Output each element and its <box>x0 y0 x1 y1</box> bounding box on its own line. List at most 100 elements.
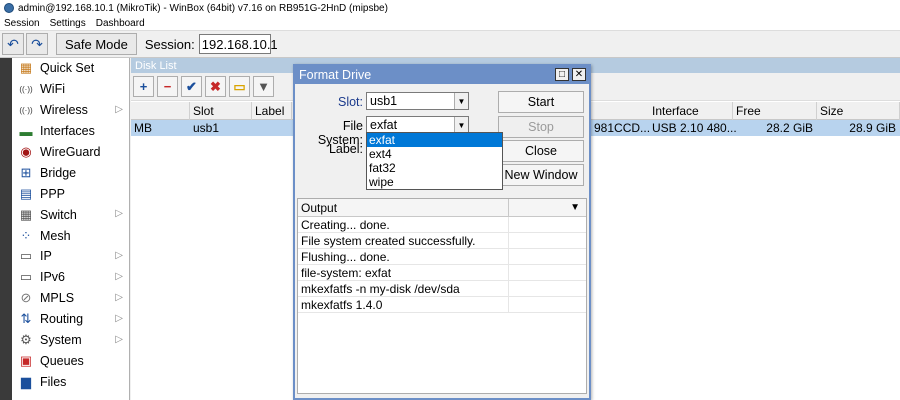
new-window-button[interactable]: New Window <box>498 164 584 186</box>
interfaces-icon: ▬ <box>19 123 33 139</box>
sidebar-item-wifi[interactable]: ((·)) WiFi <box>12 79 129 100</box>
sidebar-item-label: PPP <box>40 186 66 201</box>
maximize-icon: □ <box>558 69 566 80</box>
sidebar-item-label: Quick Set <box>40 61 95 76</box>
session-label: Session: <box>144 36 195 52</box>
sidebar-item-ppp[interactable]: ▤ PPP <box>12 183 129 204</box>
sidebar-item-files[interactable]: ▆ Files <box>12 371 129 392</box>
sidebar-item-label: MPLS <box>40 291 75 306</box>
stop-button[interactable]: Stop <box>498 116 584 138</box>
menu-dashboard[interactable]: Dashboard <box>96 18 145 29</box>
sidebar-item-bridge[interactable]: ⊞ Bridge <box>12 162 129 183</box>
chevron-down-icon[interactable]: ▼ <box>570 202 580 213</box>
output-line: File system created successfully. <box>298 233 586 249</box>
dropdown-option-wipe[interactable]: wipe <box>367 175 502 189</box>
slot-label: Slot: <box>337 95 363 109</box>
remove-button[interactable]: − <box>157 76 178 97</box>
switch-icon: ▦ <box>19 206 33 222</box>
sidebar-item-wireless[interactable]: ((·)) Wireless ▷ <box>12 100 129 121</box>
cell-free: 28.2 GiB <box>766 121 813 135</box>
column-divider <box>508 199 509 217</box>
filter-button[interactable]: ▼ <box>253 76 274 97</box>
menu-session[interactable]: Session <box>4 18 40 29</box>
queues-icon: ▣ <box>19 352 33 368</box>
undo-button[interactable]: ↶ <box>2 33 24 55</box>
col-label[interactable]: Label <box>252 102 292 120</box>
cell-interface: USB 2.10 480... <box>652 121 737 135</box>
winbox-app-icon <box>4 3 14 13</box>
sidebar-item-ip[interactable]: ▭ IP ▷ <box>12 246 129 267</box>
sidebar-item-label: Queues <box>40 353 84 368</box>
sidebar-item-quick-set[interactable]: ▦ Quick Set <box>12 58 129 79</box>
undo-icon: ↶ <box>7 35 19 52</box>
window-title: admin@192.168.10.1 (MikroTik) - WinBox (… <box>18 2 388 14</box>
sidebar-item-label: IPv6 <box>40 270 66 285</box>
window-titlebar: admin@192.168.10.1 (MikroTik) - WinBox (… <box>0 0 900 16</box>
slot-dropdown-button[interactable]: ▼ <box>454 93 468 109</box>
sidebar-item-mesh[interactable]: ⁘ Mesh <box>12 225 129 246</box>
sidebar-item-wireguard[interactable]: ◉ WireGuard <box>12 142 129 163</box>
enable-button[interactable]: ✔ <box>181 76 202 97</box>
col-interface[interactable]: Interface <box>649 102 733 120</box>
ipv6-icon: ▭ <box>19 269 33 285</box>
sidebar-item-interfaces[interactable]: ▬ Interfaces <box>12 121 129 142</box>
sidebar-item-label: Wireless <box>40 103 88 118</box>
submenu-arrow-icon: ▷ <box>115 208 123 220</box>
sidebar-item-label: Files <box>40 374 67 389</box>
sidebar-item-switch[interactable]: ▦ Switch ▷ <box>12 204 129 225</box>
sidebar-item-ipv6[interactable]: ▭ IPv6 ▷ <box>12 267 129 288</box>
cell-size: 28.9 GiB <box>849 121 896 135</box>
safe-mode-button[interactable]: Safe Mode <box>56 33 137 55</box>
x-icon: ✖ <box>210 78 221 94</box>
chevron-down-icon: ▼ <box>457 120 466 130</box>
cell-partial-mid: 981CCD... <box>594 121 651 135</box>
label-label: Label: <box>328 142 363 156</box>
slot-select[interactable]: usb1 ▼ <box>366 92 469 110</box>
submenu-arrow-icon: ▷ <box>115 270 123 282</box>
format-drive-dialog: Format Drive □ ✕ Slot: usb1 ▼ File Syste… <box>293 64 591 400</box>
filter-icon: ▼ <box>257 79 270 94</box>
close-icon: ✕ <box>574 69 584 80</box>
sidebar-item-label: WireGuard <box>40 145 101 159</box>
sidebar-item-queues[interactable]: ▣ Queues <box>12 350 129 371</box>
wireguard-icon: ◉ <box>20 144 32 159</box>
start-button[interactable]: Start <box>498 91 584 113</box>
submenu-arrow-icon: ▷ <box>115 291 123 303</box>
ppp-icon: ▤ <box>19 185 33 201</box>
output-header[interactable]: Output ▼ <box>298 199 586 217</box>
sidebar-item-routing[interactable]: ⇅ Routing ▷ <box>12 309 129 330</box>
dropdown-option-ext4[interactable]: ext4 <box>367 147 502 161</box>
add-button[interactable]: + <box>133 76 154 97</box>
col-slot[interactable]: Slot <box>190 102 252 120</box>
plus-icon: + <box>139 79 148 94</box>
dropdown-option-exfat[interactable]: exfat <box>367 133 502 147</box>
bridge-icon: ⊞ <box>20 164 32 180</box>
session-input[interactable]: 192.168.10.1 <box>198 34 278 54</box>
col-free[interactable]: Free <box>733 102 817 120</box>
comment-button[interactable]: ▭ <box>229 76 250 97</box>
slot-value: usb1 <box>370 94 398 108</box>
wifi-icon: ((·)) <box>19 84 33 94</box>
output-lines: Creating... done. File system created suc… <box>298 217 586 313</box>
routing-icon: ⇅ <box>20 311 32 327</box>
sidebar: ▦ Quick Set ((·)) WiFi ((·)) Wireless ▷ ▬ Interf… <box>12 58 130 400</box>
file-system-dropdown-button[interactable]: ▼ <box>454 117 468 133</box>
close-button[interactable]: Close <box>498 140 584 162</box>
maximize-button[interactable]: □ <box>555 68 569 81</box>
submenu-arrow-icon: ▷ <box>115 312 123 324</box>
sidebar-item-system[interactable]: ⚙ System ▷ <box>12 330 129 351</box>
col-size[interactable]: Size <box>817 102 900 120</box>
sidebar-item-mpls[interactable]: ⊘ MPLS ▷ <box>12 288 129 309</box>
submenu-arrow-icon: ▷ <box>115 333 123 345</box>
comment-icon: ▭ <box>233 78 246 94</box>
redo-button[interactable]: ↷ <box>26 33 48 55</box>
disable-button[interactable]: ✖ <box>205 76 226 97</box>
cell-partial-left: MB <box>134 121 152 135</box>
redo-icon: ↷ <box>31 35 43 52</box>
output-line: mkexfatfs 1.4.0 <box>298 297 586 313</box>
system-icon: ⚙ <box>20 332 32 348</box>
dropdown-option-fat32[interactable]: fat32 <box>367 161 502 175</box>
close-window-button[interactable]: ✕ <box>572 68 586 81</box>
dialog-title: Format Drive <box>299 68 372 82</box>
menu-settings[interactable]: Settings <box>50 18 86 29</box>
